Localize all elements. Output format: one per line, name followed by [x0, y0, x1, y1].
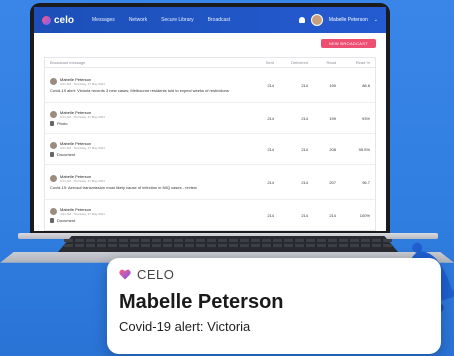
- user-name[interactable]: Mabelle Peterson: [329, 17, 368, 23]
- key-row: [64, 239, 392, 242]
- celo-heart-icon: [119, 269, 131, 280]
- notification-app-header: CELO: [119, 267, 174, 282]
- table-row[interactable]: Mabelle Peterson 4:21 AM · Thursday, 27 M…: [45, 68, 375, 103]
- column-header-sent[interactable]: Sent: [244, 60, 274, 65]
- read-percent: 95.5%: [358, 146, 370, 152]
- document-icon: [50, 152, 54, 157]
- read-percent: 93%: [361, 115, 370, 121]
- user-avatar[interactable]: [310, 14, 323, 26]
- attachment-label: Photo: [57, 121, 68, 126]
- new-broadcast-button[interactable]: NEW BROADCAST: [320, 39, 376, 48]
- column-header-delivered[interactable]: Delivered: [274, 60, 308, 65]
- delivered-count: 214: [301, 212, 308, 218]
- message-date: 4:21 AM · Thursday, 27 May 2021: [60, 179, 105, 183]
- logo-text: celo: [54, 14, 75, 26]
- chevron-down-icon[interactable]: ⌄: [374, 17, 378, 23]
- delivered-count: 214: [301, 82, 308, 88]
- main-content: NEW BROADCAST Broadcast message Sent Del…: [34, 33, 386, 231]
- delivered-count: 214: [301, 115, 308, 121]
- sent-count: 214: [267, 179, 274, 185]
- broadcast-table: Broadcast message Sent Delivered Read Re…: [44, 57, 376, 231]
- sent-count: 214: [267, 115, 274, 121]
- delivered-count: 214: [301, 146, 308, 152]
- column-header-read-percent[interactable]: Read %: [336, 60, 370, 65]
- read-percent: 96.7: [362, 179, 370, 185]
- top-navbar: celo Messages Network Secure Library Bro…: [34, 7, 386, 33]
- read-count: 190: [329, 82, 336, 88]
- avatar: [50, 175, 57, 182]
- laptop-screen: celo Messages Network Secure Library Bro…: [34, 7, 386, 231]
- read-count: 214: [329, 212, 336, 218]
- nav-item-messages[interactable]: Messages: [92, 17, 115, 23]
- column-header-read[interactable]: Read: [308, 60, 336, 65]
- document-icon: [50, 218, 54, 223]
- sent-count: 214: [267, 146, 274, 152]
- avatar: [50, 208, 57, 215]
- logo-icon: [42, 15, 51, 25]
- sent-count: 214: [267, 212, 274, 218]
- attachment-label: Document: [57, 218, 76, 223]
- avatar: [50, 142, 57, 149]
- table-row[interactable]: Mabelle Peterson 4:21 AM · Thursday, 27 M…: [45, 134, 375, 165]
- read-count: 208: [329, 146, 336, 152]
- attachment-label: Document: [57, 152, 76, 157]
- message-date: 4:21 AM · Thursday, 27 May 2021: [60, 82, 105, 86]
- key-row: [64, 244, 392, 247]
- notification-bell-icon[interactable]: [298, 17, 305, 23]
- read-percent: 100%: [359, 212, 370, 218]
- avatar: [50, 78, 57, 85]
- read-count: 207: [329, 179, 336, 185]
- read-percent: 88.8: [362, 82, 370, 88]
- photo-icon: [50, 121, 54, 126]
- message-date: 4:21 AM · Thursday, 27 May 2021: [60, 212, 105, 216]
- message-date: 4:21 AM · Thursday, 27 May 2021: [60, 146, 105, 150]
- notification-body: Covid-19 alert: Victoria: [119, 319, 251, 334]
- notification-title: Mabelle Peterson: [119, 291, 284, 313]
- nav-user-area: Mabelle Peterson ⌄: [298, 14, 378, 26]
- table-row[interactable]: Mabelle Peterson 4:21 AM · Thursday, 27 M…: [45, 200, 375, 230]
- nav-item-secure-library[interactable]: Secure Library: [161, 17, 194, 23]
- message-date: 4:21 AM · Thursday, 27 May 2021: [60, 115, 105, 119]
- avatar: [50, 111, 57, 118]
- notification-app-name: CELO: [137, 267, 175, 282]
- table-row[interactable]: Mabelle Peterson 4:21 AM · Thursday, 27 M…: [45, 165, 375, 200]
- read-count: 199: [329, 115, 336, 121]
- table-header: Broadcast message Sent Delivered Read Re…: [45, 58, 375, 68]
- push-notification[interactable]: CELO Mabelle Peterson Covid-19 alert: Vi…: [107, 258, 441, 354]
- app-logo[interactable]: celo: [42, 15, 74, 26]
- nav-item-network[interactable]: Network: [129, 17, 147, 23]
- nav-item-broadcast[interactable]: Broadcast: [208, 17, 231, 23]
- column-header-message[interactable]: Broadcast message: [50, 60, 244, 65]
- message-text: Covid-19: Aerosol transmission most like…: [50, 185, 197, 190]
- sent-count: 214: [267, 82, 274, 88]
- message-text: Covid-19 alert: Victoria records 3 new c…: [50, 88, 229, 93]
- delivered-count: 214: [301, 179, 308, 185]
- table-row[interactable]: Mabelle Peterson 4:21 AM · Thursday, 27 M…: [45, 103, 375, 134]
